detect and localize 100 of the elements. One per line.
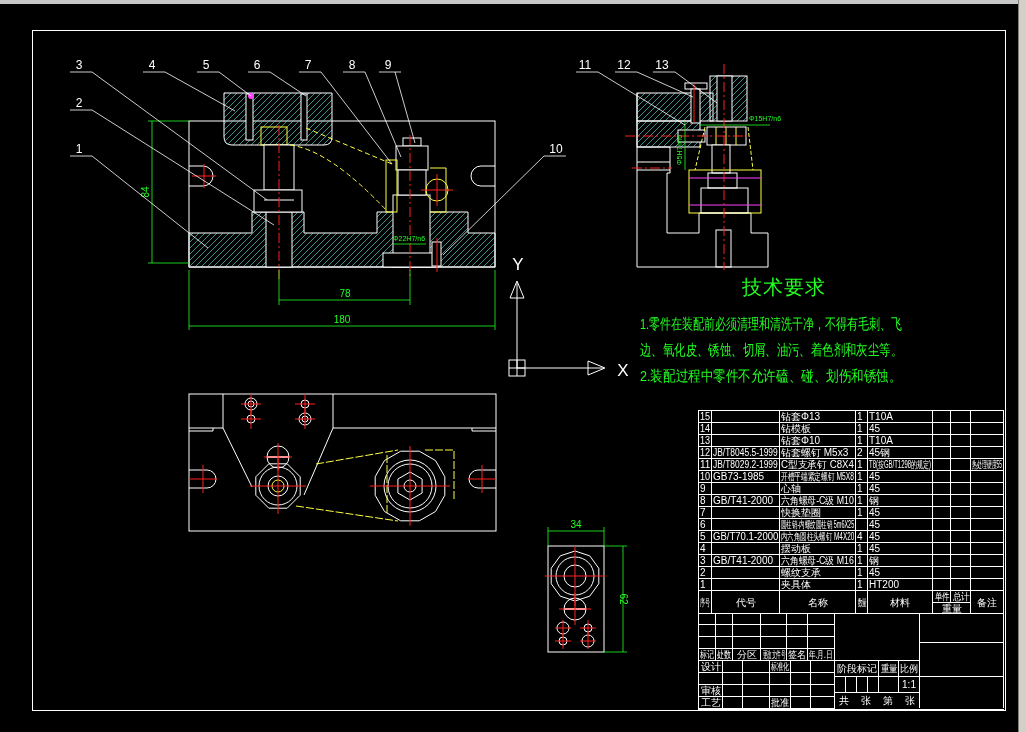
table-cell [933,531,951,543]
table-cell [933,459,951,471]
table-cell: 1 [856,579,868,591]
table-cell: 2 [856,447,868,459]
balloon-number: 10 [549,142,563,156]
table-cell: 圆柱销-内螺纹圆柱销 5m6X25 [780,519,856,531]
table-cell: JB/T8029.2-1999 [712,459,780,471]
scroll-bar[interactable] [1018,0,1026,732]
table-cell [723,685,743,697]
table-cell: 工艺 [699,697,723,709]
table-cell: 4 [699,543,712,555]
table-cell: HT200 [868,579,933,591]
table-cell [933,495,951,507]
table-cell [808,625,835,637]
table-cell [761,613,787,625]
table-cell [791,673,811,685]
column-header: 序号 [699,591,712,614]
table-cell [971,447,1004,459]
requirement-text: 2.装配过程中零件不允许磕、碰、划伤和锈蚀。 [640,367,902,385]
table-cell: T10A [868,411,933,423]
table-cell: 批准 [770,697,791,709]
table-cell: 1 [856,483,868,495]
table-cell [971,471,1004,483]
table-cell [733,637,761,649]
table-cell [770,673,791,685]
table-cell: 心轴 [780,483,856,495]
table-cell: 2 [699,567,712,579]
table-cell [712,567,780,579]
dimension-text: 62 [618,593,629,605]
table-cell [856,519,868,531]
table-cell [951,495,971,507]
requirement-text: 1.零件在装配前必须清理和清洗干净，不得有毛刺、飞 [640,315,902,333]
table-cell: 钻套Φ13 [780,411,856,423]
balloon-number: 6 [253,58,261,72]
table-cell [733,613,761,625]
table-cell: 六角螺母-C级 M16 [780,555,856,567]
table-cell: 11 [699,459,712,471]
table-cell: 内六角圆柱头螺钉 M4X20 [780,531,856,543]
table-cell [770,685,791,697]
table-cell [933,579,951,591]
column-header: 总计 [951,591,971,603]
column-header: 数量 [856,591,868,614]
table-cell [971,579,1004,591]
sheet-count-text: 张 [861,695,871,706]
table-cell [811,661,835,673]
table-cell [971,555,1004,567]
sheet-count-text: 共 [839,695,849,706]
dimension-text: 34 [570,519,582,530]
table-cell [971,483,1004,495]
table-cell [743,673,770,685]
table-cell: 钢 [868,555,933,567]
table-cell: 45 [868,519,933,531]
table-cell: 45 [868,507,933,519]
table-cell [733,625,761,637]
table-cell: 5 [699,531,712,543]
table-cell [971,567,1004,579]
table-cell [787,625,808,637]
table-cell: 摆动板 [780,543,856,555]
column-header: 代号 [712,591,780,614]
table-cell: 热处理硬度55 [971,459,1004,471]
table-cell: 9 [699,483,712,495]
table-cell: 45 [868,543,933,555]
column-header: 材料 [868,591,933,614]
table-cell: 更改文件号 [761,649,787,661]
sheet-count-text: 第 [883,695,893,706]
dimension-text: 84 [140,186,151,198]
table-cell [951,447,971,459]
table-cell [868,677,879,693]
table-cell: 钻模板 [780,423,856,435]
table-cell [971,531,1004,543]
table-cell: 1 [856,495,868,507]
table-cell: 45钢 [868,447,933,459]
table-cell [951,459,971,471]
table-cell: GB/T41-2000 [712,555,780,567]
table-cell: 签名 [787,649,808,661]
table-cell: 六角螺母-C级 M10 [780,495,856,507]
table-cell [723,673,743,685]
table-cell: 13 [699,435,712,447]
table-cell: 钢 [868,495,933,507]
column-header: 备注 [971,591,1004,614]
table-cell: T10A [868,435,933,447]
table-cell: 阶段标记 [835,661,879,677]
table-cell [951,531,971,543]
balloon-number: 2 [75,96,83,110]
table-cell [971,519,1004,531]
balloon-number: 12 [617,58,631,72]
table-cell [933,519,951,531]
table-cell: 标记 [699,649,716,661]
table-cell [787,613,808,625]
axis-label: X [617,361,629,380]
dimension-text: 180 [333,314,351,325]
table-cell [712,507,780,519]
table-cell [791,685,811,697]
balloon-number: 7 [304,58,312,72]
table-cell: 14 [699,423,712,435]
table-cell: 7 [699,507,712,519]
table-cell [743,685,770,697]
table-cell [951,483,971,495]
table-cell [811,673,835,685]
table-cell: 处数 [716,649,733,661]
